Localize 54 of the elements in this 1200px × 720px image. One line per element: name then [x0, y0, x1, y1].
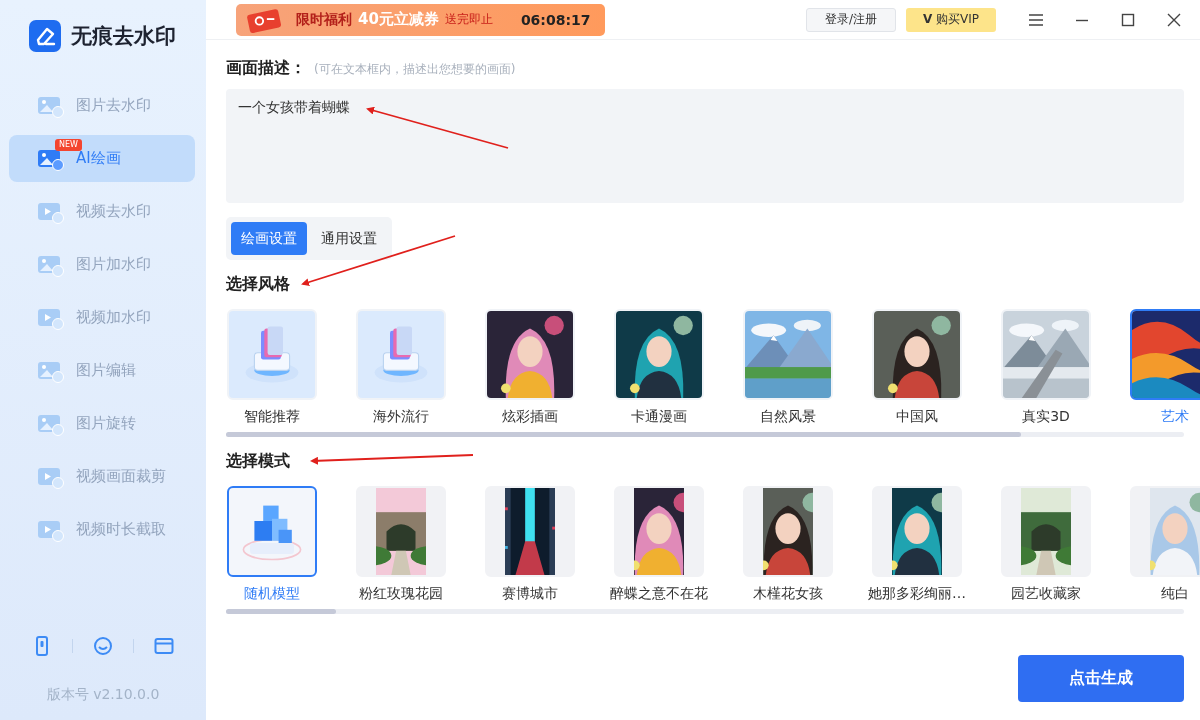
- login-button[interactable]: 登录/注册: [806, 7, 896, 32]
- option-label: 炫彩插画: [502, 408, 558, 426]
- mode-option[interactable]: 木槿花女孩: [743, 486, 833, 603]
- mode-option[interactable]: 赛博城市: [485, 486, 575, 603]
- option-label: 随机模型: [244, 585, 300, 603]
- scrollbar-thumb[interactable]: [226, 432, 1022, 437]
- style-option[interactable]: 自然风景: [743, 309, 833, 426]
- section-title: 选择风格: [226, 274, 290, 295]
- option-label: 醉蝶之意不在花: [610, 585, 708, 603]
- style-option[interactable]: 卡通漫画: [614, 309, 704, 426]
- countdown-timer: 06:08:17: [520, 11, 591, 28]
- option-label: 艺术: [1161, 408, 1189, 426]
- option-label: 智能推荐: [244, 408, 300, 426]
- eraser-logo-icon: [29, 20, 61, 52]
- description-field[interactable]: 一个女孩带着蝴蝶: [226, 89, 1184, 203]
- smiley-icon[interactable]: [93, 636, 113, 656]
- style-option[interactable]: 真实3D: [1001, 309, 1091, 426]
- option-label: 真实3D: [1022, 408, 1070, 426]
- option-label: 纯白: [1161, 585, 1189, 603]
- option-label: 粉红玫瑰花园: [359, 585, 443, 603]
- buy-vip-button[interactable]: V 购买VIP: [906, 7, 996, 32]
- promo-offer: 40元立减券: [358, 10, 439, 29]
- promo-title: 限时福利: [296, 10, 352, 29]
- sidebar-item[interactable]: NEW AI绘画: [9, 135, 195, 182]
- section-title: 选择模式: [226, 451, 290, 472]
- option-label: 她那多彩绚丽…: [868, 585, 966, 603]
- tab[interactable]: 绘画设置: [231, 222, 307, 255]
- style-option[interactable]: 炫彩插画: [485, 309, 575, 426]
- style-option[interactable]: 海外流行: [356, 309, 446, 426]
- section-title: 画面描述：: [226, 58, 306, 79]
- mode-option[interactable]: 纯白: [1130, 486, 1200, 603]
- scrollbar-thumb[interactable]: [226, 609, 337, 614]
- tab[interactable]: 通用设置: [311, 222, 387, 255]
- style-option[interactable]: 中国风: [872, 309, 962, 426]
- mode-option[interactable]: 园艺收藏家: [1001, 486, 1091, 603]
- hint-text: (可在文本框内，描述出您想要的画面): [314, 61, 516, 78]
- option-label: 园艺收藏家: [1011, 585, 1081, 603]
- new-badge: NEW: [55, 139, 82, 151]
- mode-option[interactable]: 随机模型: [227, 486, 317, 603]
- option-label: 卡通漫画: [631, 408, 687, 426]
- style-option[interactable]: 智能推荐: [227, 309, 317, 426]
- option-label: 中国风: [896, 408, 938, 426]
- option-label: 赛博城市: [502, 585, 558, 603]
- window-icon[interactable]: [154, 636, 174, 656]
- version-text: 版本号 v2.10.0.0: [45, 686, 161, 704]
- option-label: 木槿花女孩: [753, 585, 823, 603]
- promo-banner[interactable]: 限时福利 40元立减券 送完即止 06:08:17: [236, 3, 605, 36]
- option-label: 海外流行: [373, 408, 429, 426]
- promo-note: 送完即止: [444, 11, 493, 28]
- option-label: 自然风景: [760, 408, 816, 426]
- mode-option[interactable]: 粉红玫瑰花园: [356, 486, 446, 603]
- app-name: 无痕去水印: [71, 23, 176, 50]
- style-option[interactable]: 艺术: [1130, 309, 1200, 426]
- generate-button[interactable]: 点击生成: [1018, 655, 1184, 702]
